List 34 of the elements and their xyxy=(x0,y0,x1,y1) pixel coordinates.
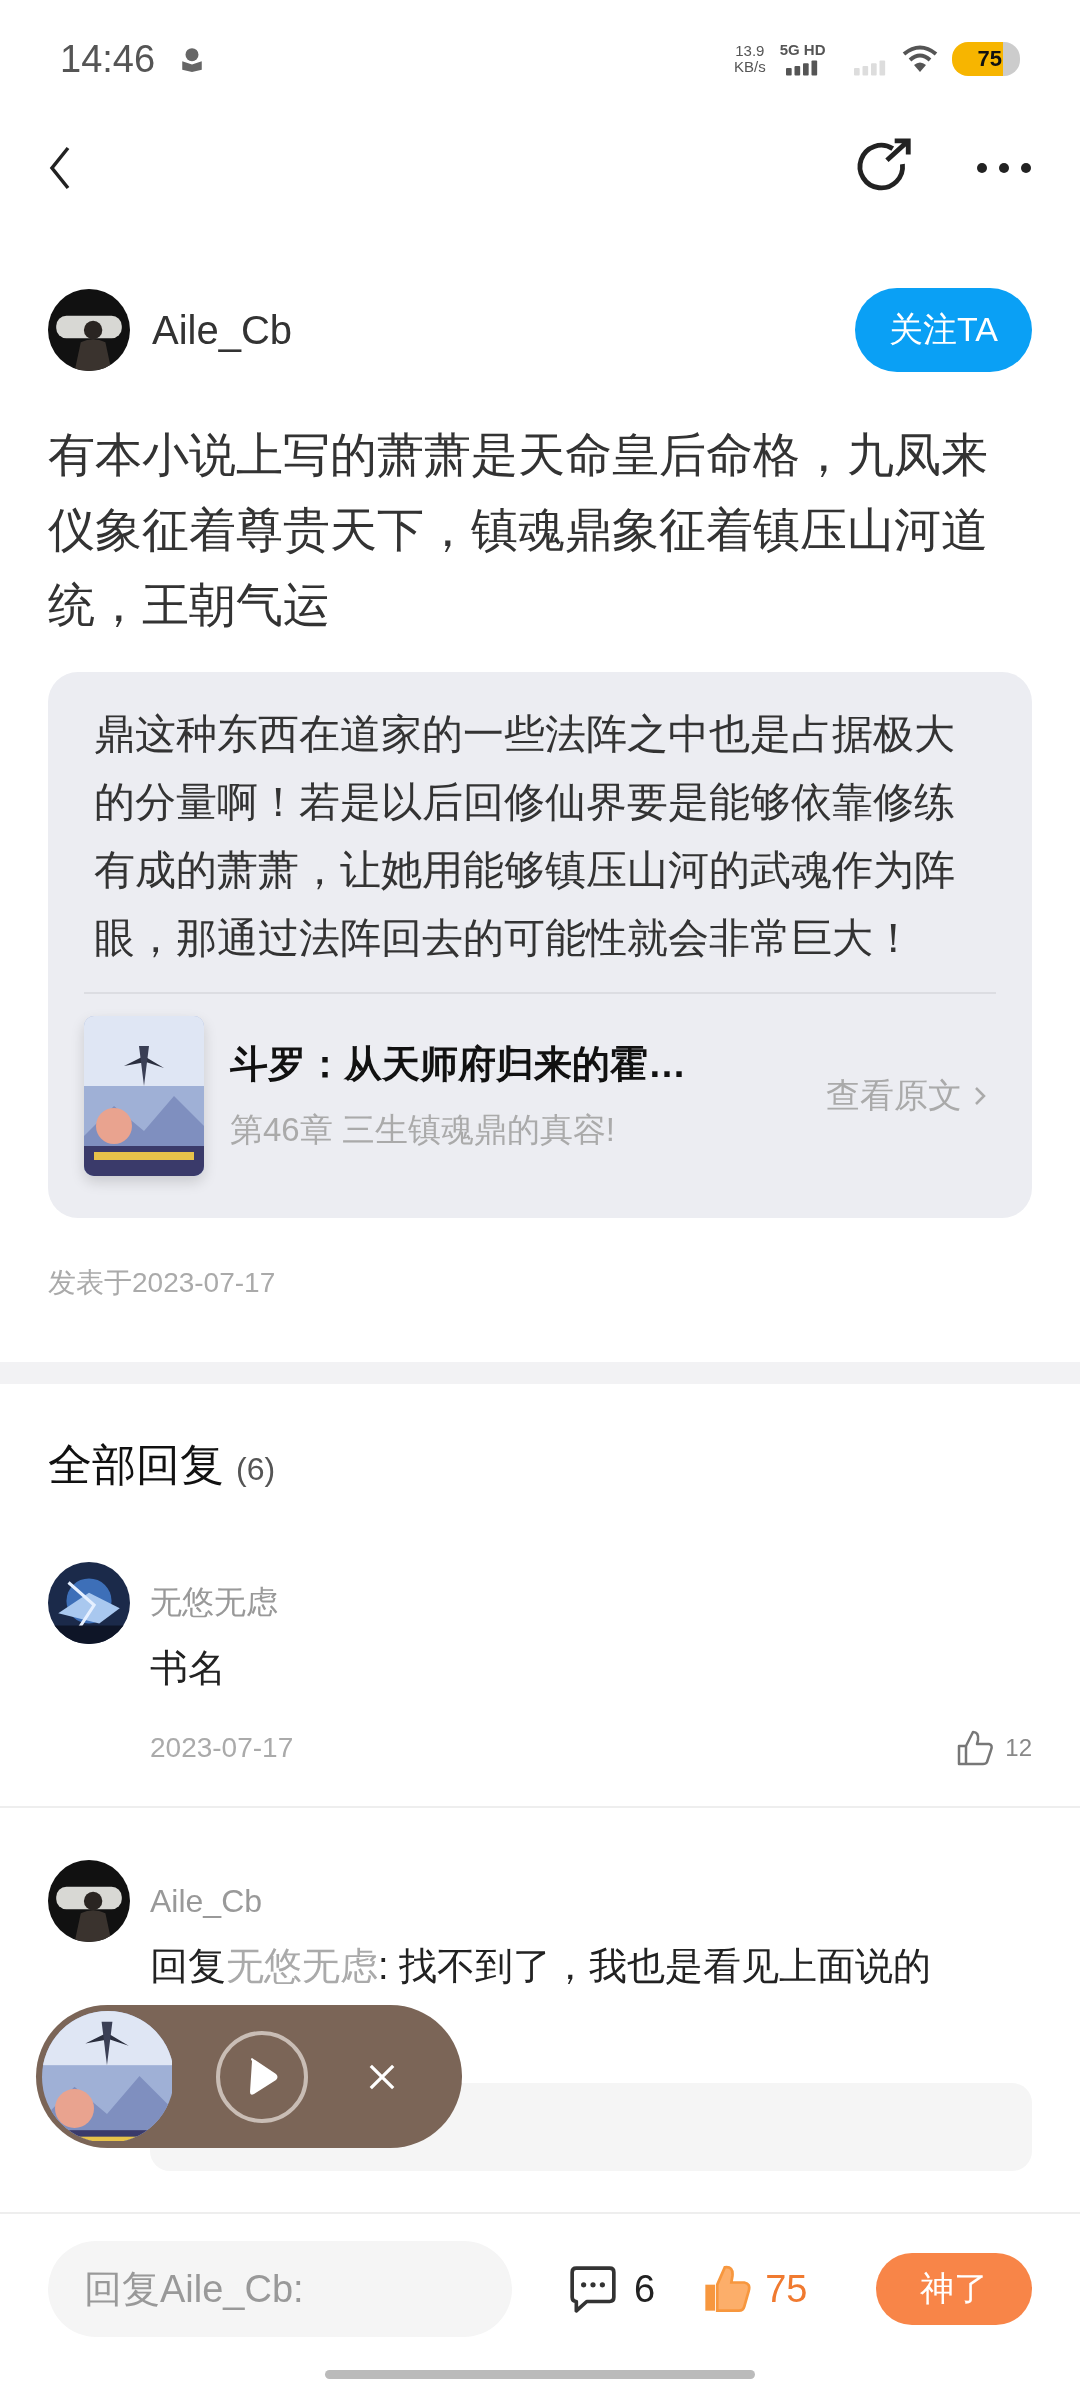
mention-link[interactable]: 无悠无虑 xyxy=(226,1945,378,1987)
signal-icon xyxy=(785,60,820,76)
close-icon[interactable] xyxy=(368,2062,396,2091)
reply-text: 书名 xyxy=(150,1646,227,1691)
reply-author: Aile_Cb xyxy=(150,1882,263,1920)
back-icon[interactable] xyxy=(48,144,72,192)
post-text: 有本小说上写的萧萧是天命皇后命格，九凤来仪象征着尊贵天下，镇魂鼎象征着镇压山河道统，王朝气运 xyxy=(47,427,989,633)
author-name: Aile_Cb xyxy=(152,307,293,353)
comment-count: 6 xyxy=(634,2267,656,2311)
reply-input[interactable]: 回复Aile_Cb: xyxy=(48,2241,512,2337)
reply-text: 回复无悠无虑: 找不到了，我也是看见上面说的 xyxy=(150,1944,933,1989)
network-speed: 13.9 KB/s xyxy=(734,43,766,75)
comment-icon[interactable] xyxy=(568,2264,618,2314)
like-count: 12 xyxy=(1005,1734,1032,1762)
view-original-link[interactable]: 查看原文 xyxy=(826,1073,962,1119)
reply-count: (6) xyxy=(236,1451,276,1488)
play-icon[interactable] xyxy=(214,2028,310,2125)
battery-level: 75 xyxy=(951,42,1020,76)
wifi-icon xyxy=(901,45,938,73)
quote-text: 鼎这种东西在道家的一些法阵之中也是占据极大的分量啊！若是以后回修仙界要是能够依靠修练有成的萧萧，让她用能够镇压山河的武魂作为阵眼，那通过法阵回去的可能性就会非常巨大！ xyxy=(94,710,956,963)
signal-icon xyxy=(853,60,888,76)
status-time: 14:46 xyxy=(60,37,156,81)
more-icon[interactable] xyxy=(976,162,1032,174)
thumbs-up-icon[interactable] xyxy=(955,1728,996,1768)
praise-button[interactable]: 神了 xyxy=(876,2253,1032,2325)
follow-button[interactable]: 关注TA xyxy=(855,288,1032,372)
like-count: 75 xyxy=(765,2267,808,2311)
reply-author: 无悠无虑 xyxy=(150,1583,278,1622)
reply-date: 2023-07-17 xyxy=(150,1732,294,1764)
book-title[interactable]: 斗罗：从天师府归来的霍… xyxy=(230,1039,686,1090)
network-type: 5G HD xyxy=(779,42,826,58)
section-title: 全部回复 xyxy=(48,1439,224,1491)
chapter-title: 第46章 三生镇魂鼎的真容! xyxy=(230,1110,617,1150)
post-date: 发表于2023-07-17 xyxy=(47,1266,277,1300)
